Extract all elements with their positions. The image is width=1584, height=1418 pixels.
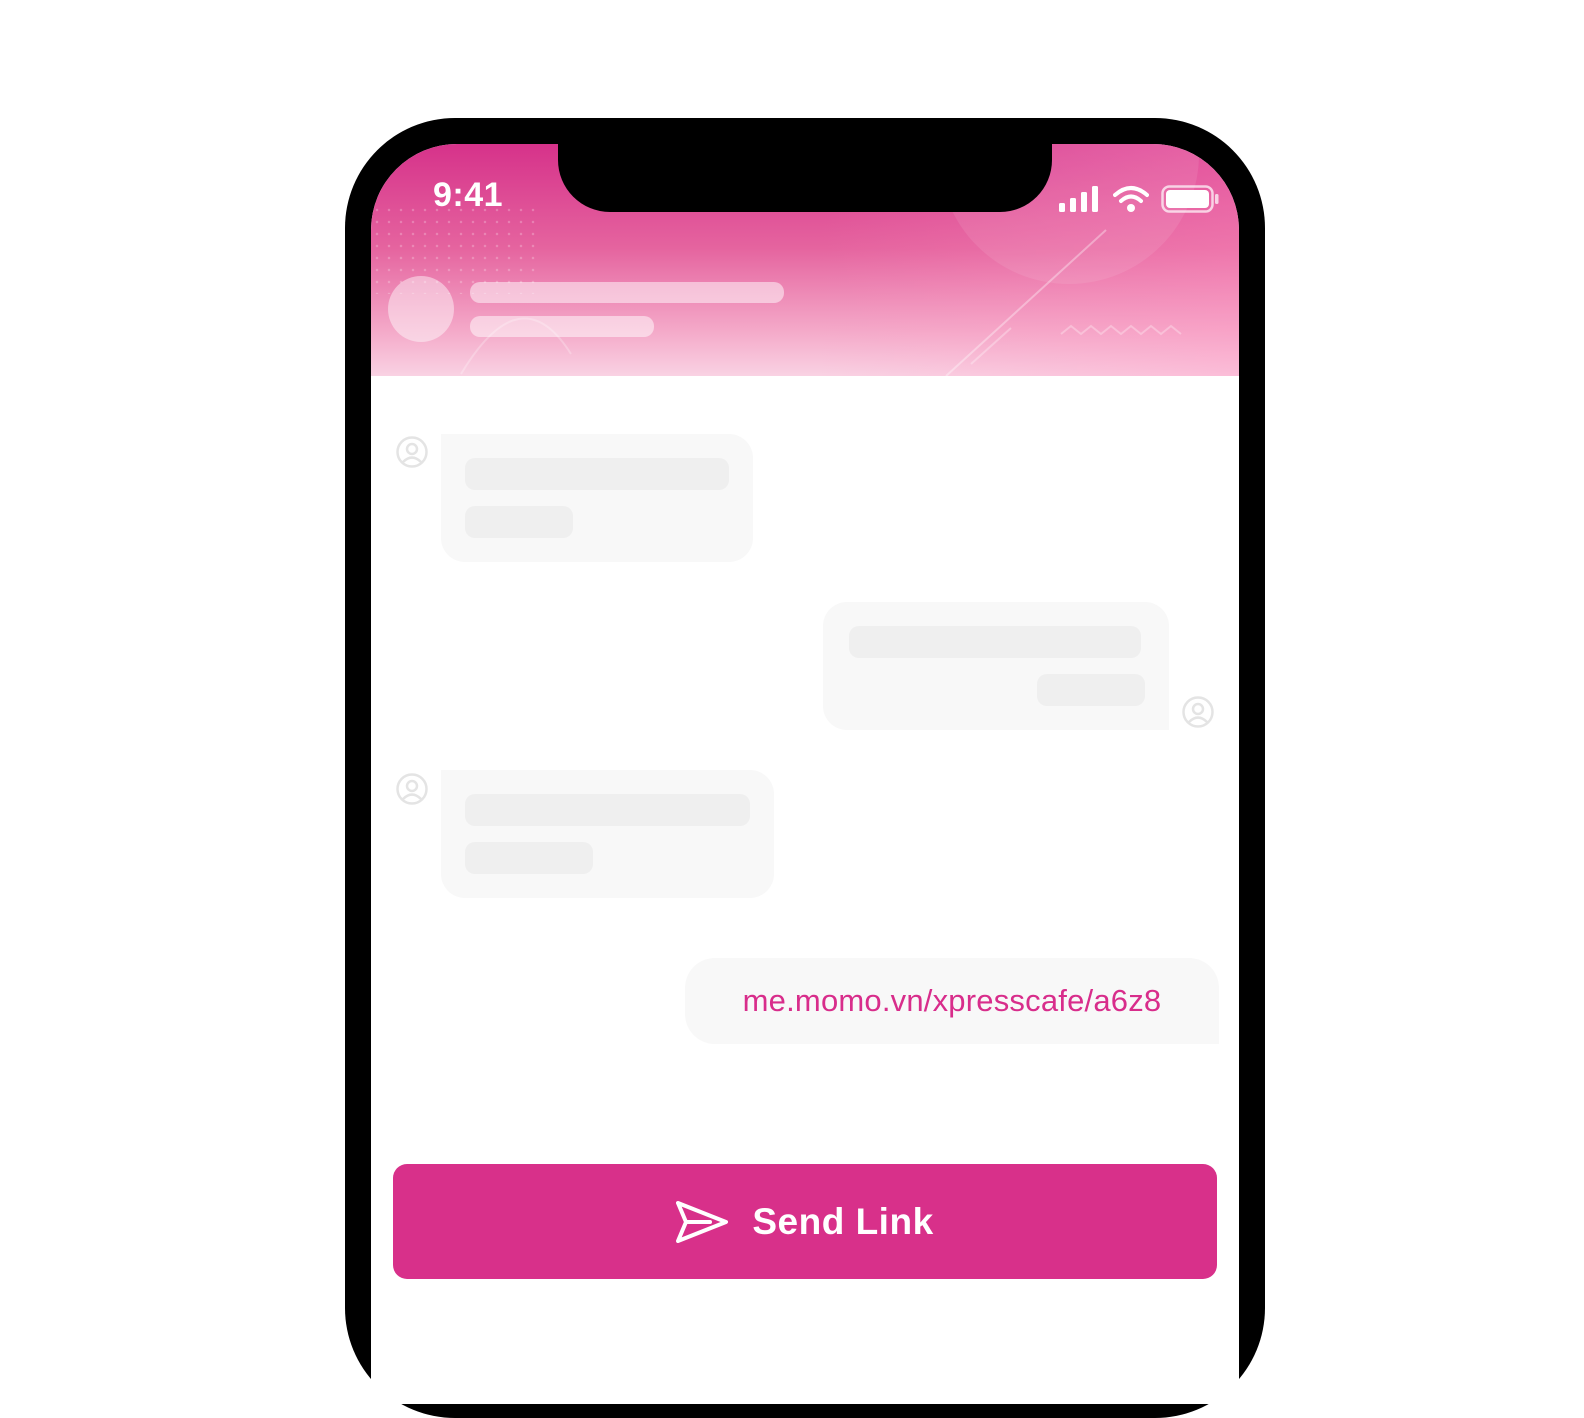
message-line-placeholder <box>465 506 573 538</box>
user-avatar-icon <box>1182 696 1214 728</box>
phone-screen: 9:41 me.momo.vn/xpresscafe/a6z8 Send Lin… <box>371 144 1239 1404</box>
contact-avatar <box>388 276 454 342</box>
phone-notch <box>558 140 1052 212</box>
payment-link[interactable]: me.momo.vn/xpresscafe/a6z8 <box>743 983 1162 1019</box>
message-line-placeholder <box>465 794 750 826</box>
send-link-button[interactable]: Send Link <box>393 1164 1217 1279</box>
message-line-placeholder <box>465 842 593 874</box>
contact-status-placeholder <box>470 316 654 337</box>
user-avatar-icon <box>396 773 428 805</box>
message-line-placeholder <box>465 458 729 490</box>
paper-plane-icon <box>676 1200 729 1243</box>
contact-name-placeholder <box>470 282 784 303</box>
status-icons <box>1059 182 1219 216</box>
send-link-label: Send Link <box>752 1200 934 1242</box>
status-time: 9:41 <box>433 176 504 214</box>
wifi-icon <box>1113 186 1149 212</box>
shared-link-bubble[interactable]: me.momo.vn/xpresscafe/a6z8 <box>685 958 1219 1044</box>
message-line-placeholder <box>1037 674 1145 706</box>
incoming-message-bubble <box>441 770 774 898</box>
user-avatar-icon <box>396 436 428 468</box>
battery-icon <box>1161 185 1219 213</box>
signal-icon <box>1059 186 1098 212</box>
message-line-placeholder <box>849 626 1141 658</box>
outgoing-message-bubble <box>823 602 1169 730</box>
incoming-message-bubble <box>441 434 753 562</box>
